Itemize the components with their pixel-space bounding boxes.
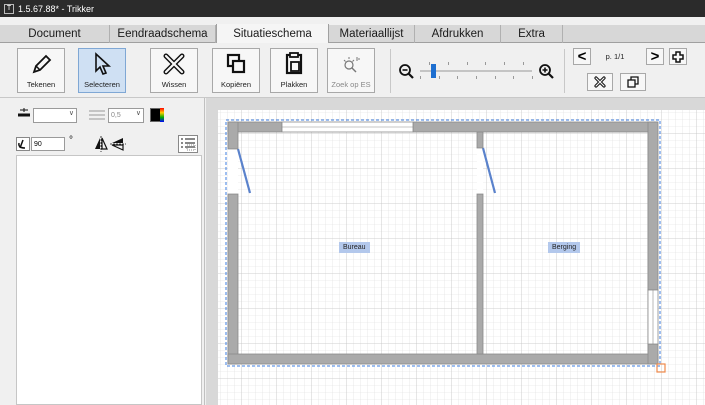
tekenen-label: Tekenen [26,80,56,89]
properties-panel: ∨ 0,5 ∨ 90 ° [0,98,205,405]
duplicate-page-icon [627,76,639,88]
tab-materiaallijst[interactable]: Materiaallijst [329,25,415,43]
line-style-icon [18,108,30,117]
room-label-berging[interactable]: Berging [548,242,581,253]
wall-middle-lower [476,193,484,355]
zoek-op-es-label: Zoek op ES [331,80,371,89]
tab-afdrukken[interactable]: Afdrukken [415,25,501,43]
wall-right-lower [647,343,659,365]
tekenen-button[interactable]: Tekenen [17,48,65,93]
plakken-button[interactable]: Plakken [270,48,318,93]
wall-right-upper [647,121,659,291]
paste-icon [285,52,303,75]
zoom-tick [495,76,496,79]
rotation-value: 90 [34,140,42,148]
degree-symbol: ° [69,135,73,146]
add-page-button[interactable] [669,48,687,65]
rotation-input[interactable]: 90 [31,137,65,151]
zoom-tick [467,62,468,65]
zoom-tick [448,62,449,65]
selecteren-label: Selecteren [84,80,120,89]
color-picker[interactable] [150,108,164,122]
add-page-icon [672,50,684,63]
tab-label: Document [28,28,81,40]
wissen-button[interactable]: Wissen [150,48,198,93]
kopieren-button[interactable]: Kopiëren [212,48,260,93]
zoom-slider-track [420,70,532,72]
zoom-tick [504,62,505,65]
zoek-op-es-button[interactable]: Zoek op ES [327,48,375,93]
flip-horizontal-icon[interactable] [93,136,109,152]
zoom-in-icon[interactable] [537,63,557,81]
wall-middle-upper [476,131,484,149]
line-width-select[interactable]: 0,5 ∨ [108,108,144,123]
drawing-canvas[interactable]: Bureau Berging [206,98,705,405]
zoom-tick [523,62,524,65]
prev-page-label: < [577,48,587,65]
duplicate-page-button[interactable] [620,73,646,91]
tab-label: Extra [518,28,545,40]
window-top [281,121,414,133]
zoom-tick [420,76,421,79]
color-swatch-strip [160,108,164,122]
ribbon-toolbar: Tekenen Selecteren Wissen Kopiëren Plakk… [0,43,705,98]
window-title: 1.5.67.88* - Trikker [18,3,95,14]
tab-label: Eendraadschema [117,28,208,40]
tab-bar: Document Eendraadschema Situatieschema M… [0,24,705,44]
wall-top-right [412,121,658,133]
tab-label: Afdrukken [431,28,484,40]
zoom-tick [439,76,440,79]
delete-page-button[interactable] [587,73,613,91]
zoom-tick [429,62,430,65]
zoom-tick [476,76,477,79]
plakken-label: Plakken [280,80,308,89]
title-bar: T 1.5.67.88* - Trikker [0,0,705,17]
chevron-down-icon: ∨ [135,110,141,117]
erase-icon [163,53,185,75]
properties-list-area [16,155,202,405]
prev-page-button[interactable]: < [573,48,591,65]
wall-bottom [227,353,659,365]
pencil-icon [32,54,52,74]
window-right [647,289,659,345]
wall-left-upper [227,121,239,150]
zoom-tick [457,76,458,79]
zoom-slider-thumb[interactable] [431,64,436,78]
line-style-select[interactable]: ∨ [33,108,77,123]
line-width-value: 0,5 [111,112,121,119]
toolbar-separator [564,49,565,93]
layers-list-icon[interactable] [178,135,198,153]
flip-vertical-icon[interactable] [110,136,126,152]
floorplan-svg [218,110,705,405]
tab-label: Situatieschema [233,28,312,40]
delete-page-icon [594,76,606,88]
tab-situatieschema[interactable]: Situatieschema [216,24,329,44]
zoom-tick [532,76,533,79]
line-width-icon [89,110,105,120]
copy-icon [226,53,246,74]
search-es-icon [343,57,360,73]
cursor-icon [95,52,112,75]
chevron-down-icon: ∨ [68,110,74,117]
kopieren-label: Kopiëren [220,80,252,89]
next-page-label: > [650,48,660,65]
toolbar-separator [390,49,391,93]
tab-document[interactable]: Document [0,25,110,43]
tab-eendraadschema[interactable]: Eendraadschema [110,25,216,43]
zoom-tick [513,76,514,79]
wissen-label: Wissen [161,80,187,89]
wall-left-lower [227,193,239,365]
tab-label: Materiaallijst [339,28,404,40]
page-indicator: p. 1/1 [605,52,625,61]
zoom-tick [485,62,486,65]
zoom-slider[interactable] [420,59,533,83]
app-icon: T [4,3,14,14]
zoom-out-icon[interactable] [398,63,416,81]
rotate-icon [16,137,30,151]
tab-extra[interactable]: Extra [501,25,563,43]
room-label-bureau[interactable]: Bureau [339,242,370,253]
selecteren-button[interactable]: Selecteren [78,48,126,93]
next-page-button[interactable]: > [646,48,664,65]
